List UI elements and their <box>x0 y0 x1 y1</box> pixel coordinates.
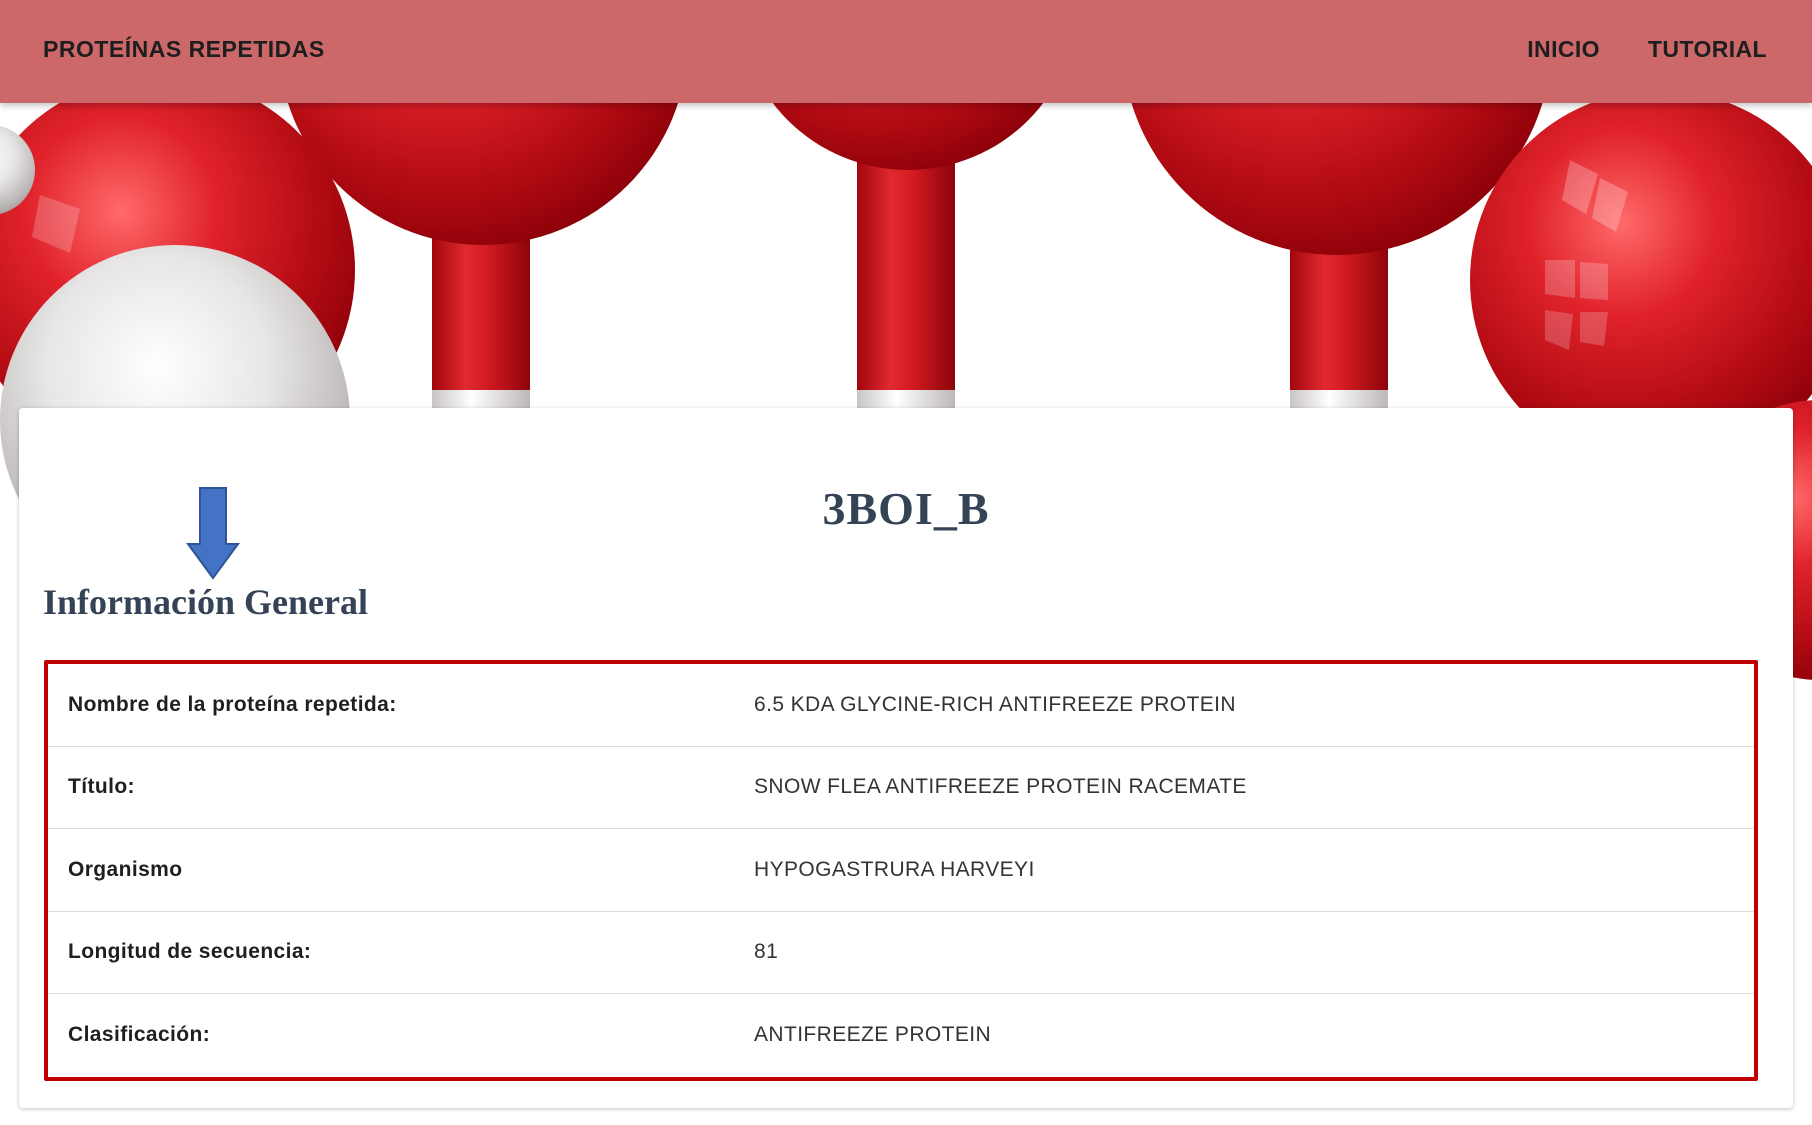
table-row: Organismo HYPOGASTRURA HARVEYI <box>48 829 1754 912</box>
row-value-organismo: HYPOGASTRURA HARVEYI <box>754 857 1035 881</box>
nav-link-inicio[interactable]: INICIO <box>1527 36 1600 63</box>
row-label-clasificacion: Clasificación: <box>68 1023 211 1047</box>
row-value-titulo: SNOW FLEA ANTIFREEZE PROTEIN RACEMATE <box>754 775 1247 799</box>
nav-links: INICIO TUTORIAL <box>1527 36 1767 63</box>
arrow-down-icon <box>186 486 240 587</box>
row-label-organismo: Organismo <box>68 857 183 881</box>
protein-info-card: 3BOI_B Información General Nombre de la … <box>19 408 1793 1108</box>
row-value-nombre: 6.5 KDA GLYCINE-RICH ANTIFREEZE PROTEIN <box>754 692 1236 716</box>
row-label-nombre: Nombre de la proteína repetida: <box>68 692 397 716</box>
section-title-informacion-general: Información General <box>43 582 368 622</box>
table-row: Título: SNOW FLEA ANTIFREEZE PROTEIN RAC… <box>48 747 1754 829</box>
row-label-titulo: Título: <box>68 775 135 799</box>
protein-id-title: 3BOI_B <box>822 483 990 534</box>
top-navbar: PROTEÍNAS REPETIDAS INICIO TUTORIAL <box>0 0 1812 103</box>
row-value-clasificacion: ANTIFREEZE PROTEIN <box>754 1023 992 1047</box>
row-label-longitud: Longitud de secuencia: <box>68 940 312 964</box>
table-row: Clasificación: ANTIFREEZE PROTEIN <box>48 994 1754 1077</box>
table-row: Nombre de la proteína repetida: 6.5 KDA … <box>48 664 1754 747</box>
row-value-longitud: 81 <box>754 940 779 964</box>
page: PROTEÍNAS REPETIDAS INICIO TUTORIAL 3BOI… <box>0 0 1812 1125</box>
brand-title[interactable]: PROTEÍNAS REPETIDAS <box>43 36 325 63</box>
table-row: Longitud de secuencia: 81 <box>48 912 1754 994</box>
general-info-table: Nombre de la proteína repetida: 6.5 KDA … <box>44 660 1758 1081</box>
nav-link-tutorial[interactable]: TUTORIAL <box>1648 36 1767 63</box>
